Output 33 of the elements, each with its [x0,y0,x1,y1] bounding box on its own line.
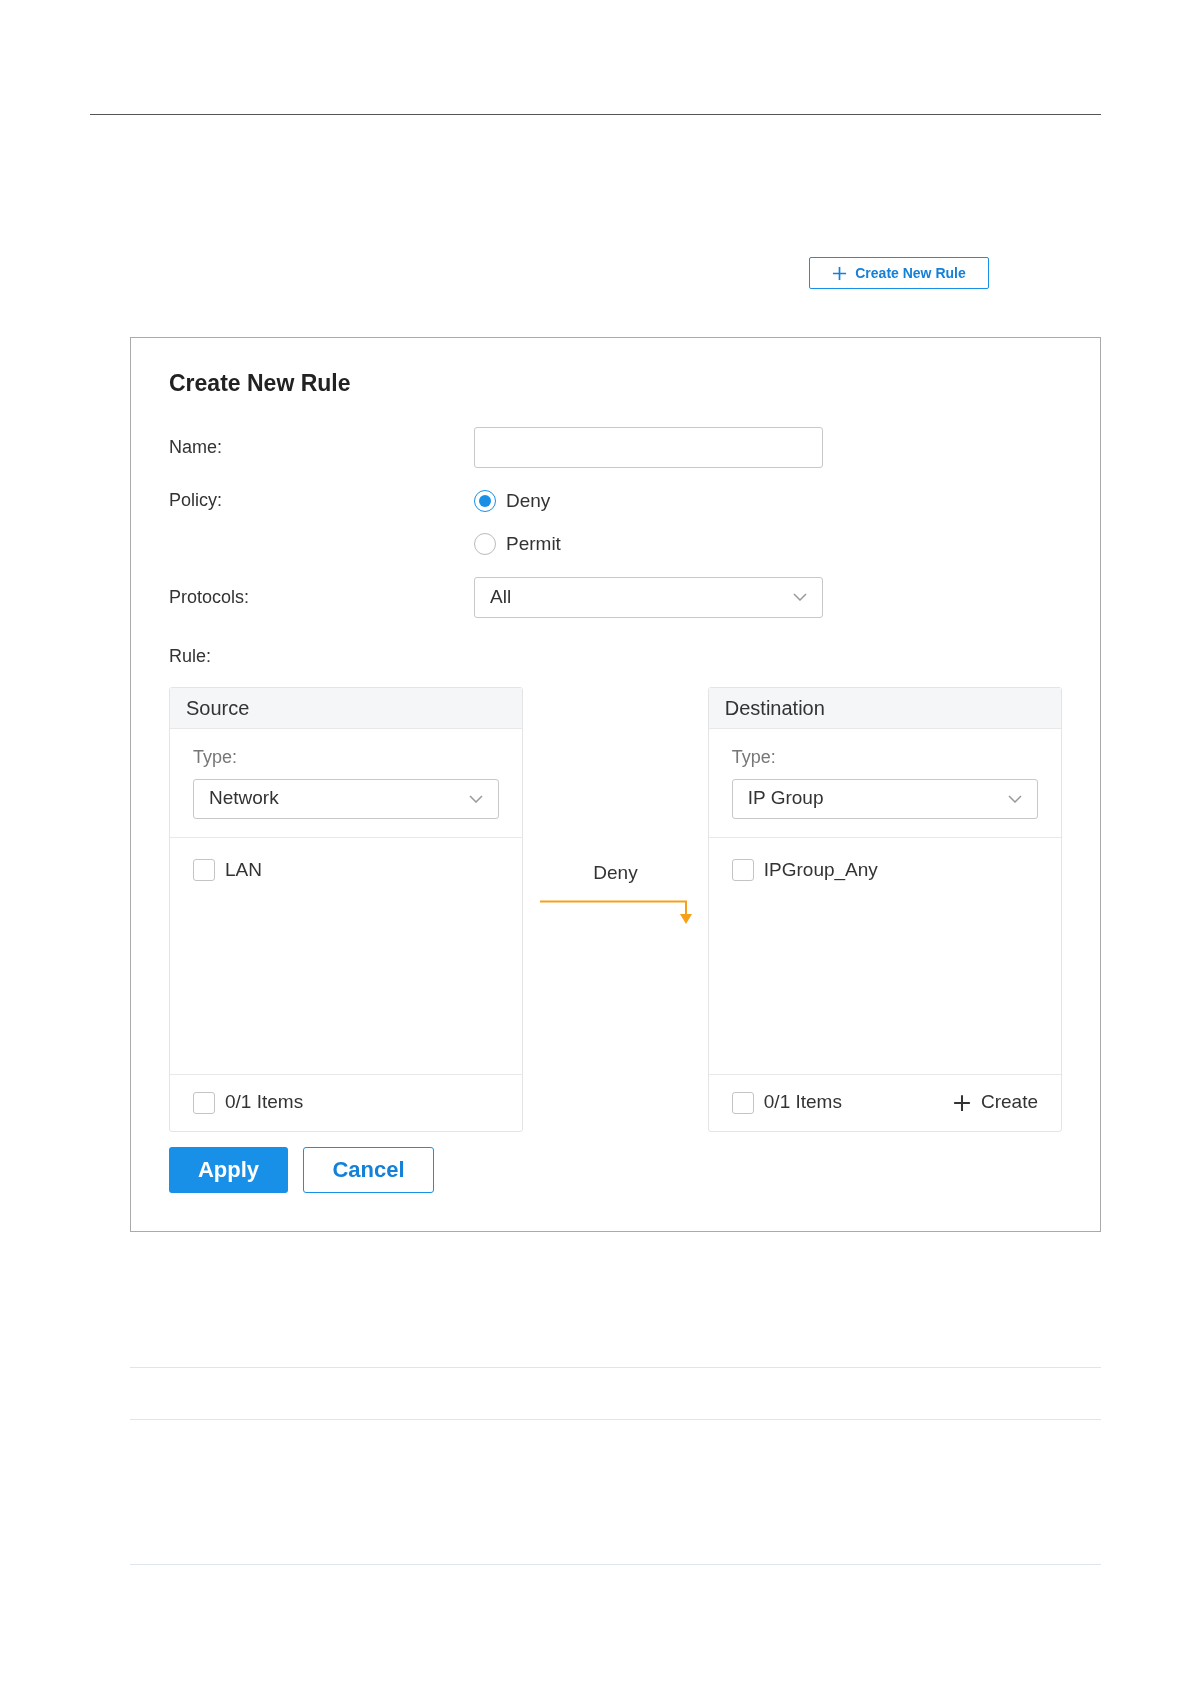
items-count: 0/1 Items [225,1090,304,1115]
field-label: Policy: [169,488,223,512]
protocols-select[interactable]: All [474,576,823,618]
item-label: IPGroup_Any [763,857,878,883]
chevron-down-icon [1008,794,1022,803]
create-rule-button[interactable]: Create New Rule [809,257,989,289]
radio-label: Deny [506,488,551,513]
field-label: Name: [169,435,223,459]
panel-title: Destination [724,695,825,721]
checkbox[interactable] [731,858,754,881]
chevron-down-icon [469,794,484,803]
type-select[interactable]: Network [193,778,500,819]
arrow-icon [540,900,695,926]
chevron-down-icon [793,593,807,601]
arrow-label: Deny [593,860,638,885]
plus-icon [832,265,848,281]
type-label: Type: [731,745,777,769]
checkbox[interactable] [731,1091,754,1114]
radio-label: Permit [506,532,561,556]
items-count: 0/1 Items [763,1090,842,1115]
field-label: Protocols: [169,585,251,609]
create-button[interactable]: Create [952,1088,1038,1117]
cancel-button[interactable]: Cancel [303,1146,434,1193]
checkbox[interactable] [193,1091,215,1114]
panel-title: Source [186,695,250,721]
plus-icon [952,1093,971,1112]
field-label: Rule: [169,644,213,668]
item-label: LAN [225,857,262,882]
dialog-title: Create New Rule [169,369,352,398]
checkbox[interactable] [193,858,215,881]
type-label: Type: [193,745,239,769]
name-input[interactable] [474,426,823,468]
type-select[interactable]: IP Group [731,778,1038,819]
